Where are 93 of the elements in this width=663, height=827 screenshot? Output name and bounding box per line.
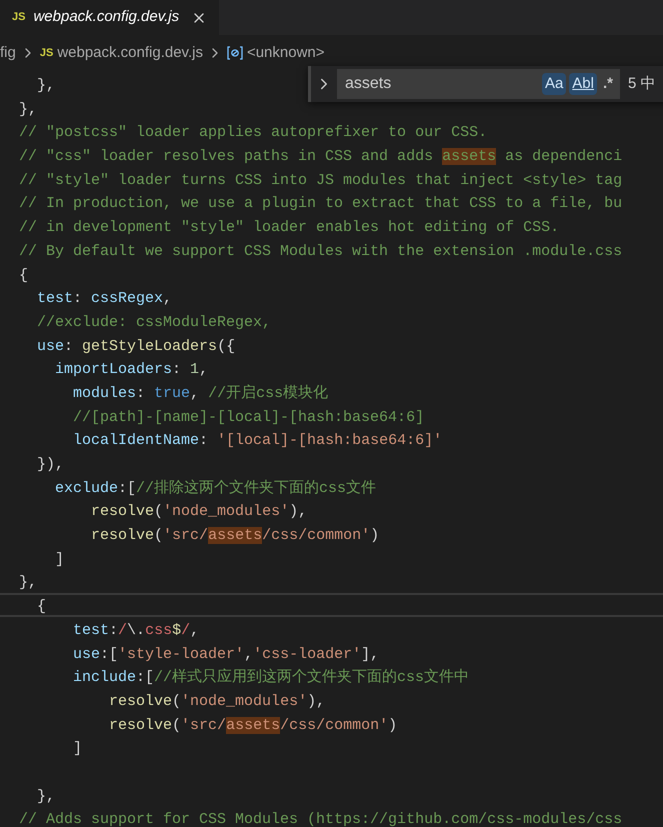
code-punctuation: ({ [217, 338, 236, 355]
code-regex: css [145, 622, 172, 639]
search-match: assets [442, 148, 496, 166]
code-punctuation: , [163, 290, 172, 308]
code-punctuation: ) [370, 527, 380, 544]
code-property: use [72, 646, 100, 662]
code-punctuation: { [19, 266, 28, 284]
code-string: '[local]-[hash:base64:6]' [217, 432, 442, 450]
search-match: assets [226, 716, 280, 734]
code-function: getStyleLoaders [82, 338, 218, 355]
code-property: localIdentName [72, 432, 200, 450]
code-comment: //排除这两个文件夹下面的css文件 [136, 480, 376, 497]
code-property: importLoaders [54, 361, 172, 378]
code-comment: //exclude: cssModuleRegex, [36, 314, 272, 331]
code-function: resolve [90, 527, 154, 544]
code-property: include [72, 669, 136, 686]
code-string: /css/common' [280, 716, 388, 734]
code-property: use [36, 338, 64, 355]
code-punctuation: , [199, 361, 208, 378]
code-punctuation: }, [36, 77, 56, 94]
code-punctuation: , [190, 622, 200, 639]
code-punctuation: ] [54, 550, 64, 568]
code-punctuation: ), [307, 692, 326, 710]
code-punctuation: ( [172, 692, 182, 710]
code-string: 'src/ [181, 716, 226, 734]
editor-tab[interactable]: JS webpack.config.dev.js [0, 0, 220, 35]
code-punctuation: , [244, 646, 254, 662]
code-comment: // in development "style" loader enables hot editing of CSS. [19, 219, 560, 236]
code-comment: as dependenci [504, 148, 622, 166]
code-comment: // In production, we use a plugin to extract that CSS to a file, bu [19, 195, 622, 212]
code-punctuation: : [109, 622, 118, 639]
whole-word-toggle[interactable]: Abl [569, 73, 597, 95]
code-property: test [36, 290, 74, 308]
breadcrumb-item[interactable]: <unknown> [246, 42, 325, 64]
code-comment: // "postcss" loader applies autoprefixer to our CSS. [19, 124, 488, 142]
find-input[interactable]: assets Aa Abl .* [337, 69, 620, 99]
code-punctuation: ( [172, 716, 182, 734]
js-file-icon: JS [40, 44, 54, 62]
code-comment: //开启css模块化 [208, 384, 328, 402]
js-file-icon: JS [12, 9, 26, 26]
code-regex: / [181, 622, 190, 639]
code-punctuation: { [36, 598, 46, 616]
code-punctuation: ) [388, 716, 398, 734]
match-count: 5 中 [628, 74, 656, 94]
code-punctuation: }, [36, 788, 56, 805]
code-string: 'css-loader' [253, 646, 362, 662]
code-comment: // By default we support CSS Modules with the extension .module.css [19, 242, 622, 260]
code-regex: $ [172, 622, 182, 639]
code-property: exclude [54, 480, 118, 497]
code-property: modules [72, 384, 136, 402]
code-comment: // "css" loader resolves paths in CSS and adds [19, 148, 434, 166]
code-keyword: true [154, 384, 190, 402]
code-punctuation: :[ [136, 669, 154, 686]
code-string: 'src/ [163, 527, 208, 544]
code-number: 1 [190, 361, 200, 378]
code-punctuation: : [172, 361, 182, 378]
code-comment: // Adds support for CSS Modules (https://github.com/css-modules/css [19, 811, 622, 827]
code-punctuation: : [199, 432, 210, 450]
code-punctuation: \. [127, 622, 146, 639]
code-punctuation: ( [154, 503, 164, 520]
code-property: test [72, 622, 110, 639]
code-punctuation: ( [154, 527, 164, 544]
code-string: /css/common' [262, 527, 370, 544]
code-comment: // "style" loader turns CSS into JS modules that inject <style> tag [19, 172, 622, 189]
code-punctuation: :[ [100, 646, 118, 662]
code-punctuation: : [64, 338, 74, 355]
breadcrumb-item[interactable]: fig [0, 42, 16, 64]
code-string: 'node_modules' [163, 503, 290, 520]
code-function: resolve [108, 716, 172, 734]
regex-toggle[interactable]: .* [600, 73, 616, 95]
code-comment: //[path]-[name]-[local]-[hash:base64:6] [72, 408, 424, 426]
code-property: cssRegex [91, 290, 164, 308]
code-punctuation: }, [19, 100, 38, 118]
breadcrumb-item[interactable]: webpack.config.dev.js [57, 42, 203, 64]
code-string: 'style-loader' [118, 646, 244, 662]
code-punctuation: ), [289, 503, 308, 520]
code-punctuation: :[ [118, 480, 136, 497]
code-punctuation: : [136, 384, 146, 402]
code-string: 'node_modules' [181, 692, 308, 710]
code-punctuation: }), [36, 456, 64, 473]
tab-title: webpack.config.dev.js [33, 7, 180, 28]
match-case-toggle[interactable]: Aa [542, 73, 566, 95]
code-regex: / [118, 622, 128, 639]
code-punctuation: ], [361, 646, 380, 662]
code-punctuation: : [73, 290, 84, 308]
code-comment: //样式只应用到这两个文件夹下面的css文件中 [154, 669, 470, 686]
search-match: assets [208, 527, 262, 544]
code-function: resolve [90, 503, 154, 520]
code-punctuation: }, [19, 574, 38, 592]
code-punctuation: , [190, 384, 200, 402]
code-punctuation: ] [72, 740, 82, 758]
symbol-icon [226, 46, 243, 60]
code-function: resolve [108, 692, 172, 710]
